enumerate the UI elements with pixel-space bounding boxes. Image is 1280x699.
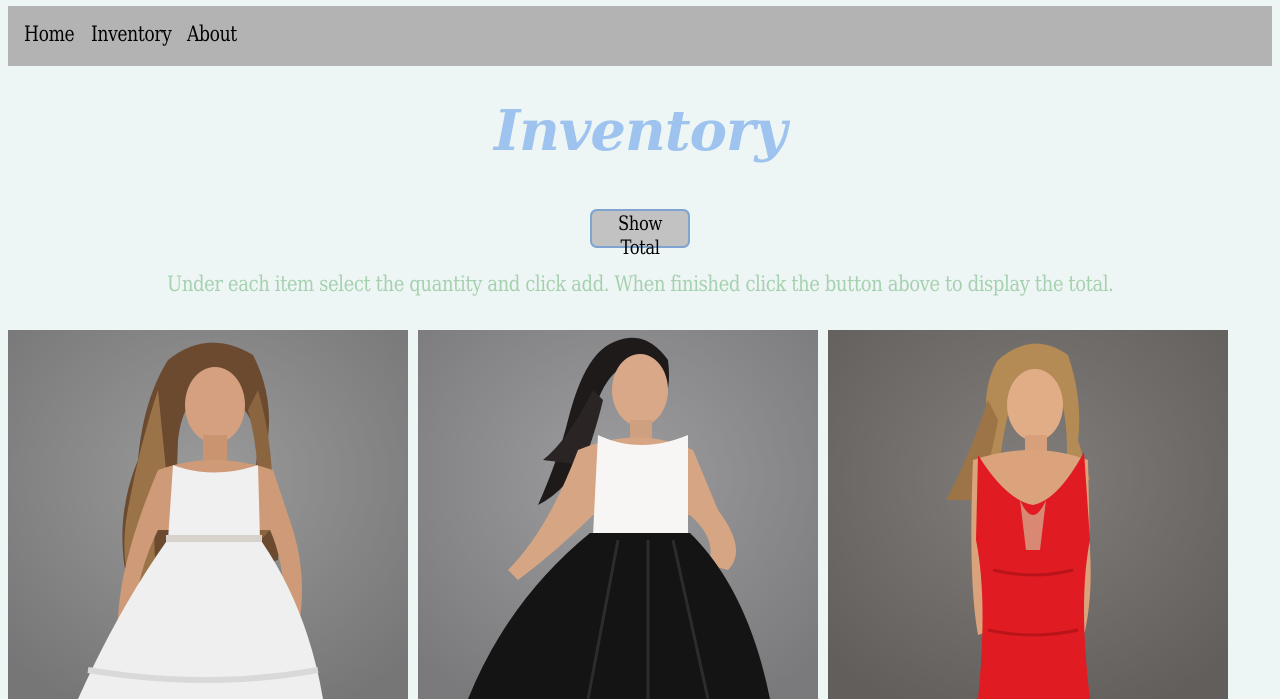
product-card-red-gown [828, 330, 1228, 699]
page-title: Inventory [493, 98, 787, 164]
black-white-dress-photo [418, 330, 818, 699]
nav-home-link[interactable]: Home [24, 22, 75, 46]
show-total-button[interactable]: Show Total [590, 209, 690, 259]
product-card-white-dress [8, 330, 408, 699]
show-total-label: Show Total [617, 211, 663, 259]
instructions-text: Under each item select the quantity and … [166, 272, 1114, 296]
white-dress-photo [8, 330, 408, 699]
nav-inventory-link[interactable]: Inventory [91, 22, 172, 46]
top-navbar: Home Inventory About [8, 6, 1272, 66]
nav-about-link[interactable]: About [187, 22, 237, 46]
product-card-black-white-dress [418, 330, 818, 699]
red-gown-photo [828, 330, 1228, 699]
